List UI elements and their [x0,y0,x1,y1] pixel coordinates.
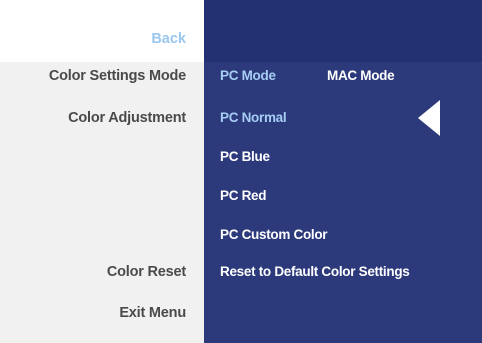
submenu-item-pc-red[interactable]: PC Red [220,188,267,203]
menu-item-exit-menu[interactable]: Exit Menu [119,305,186,321]
submenu-header [204,0,482,62]
submenu-item-pc-custom-color[interactable]: PC Custom Color [220,227,328,242]
osd-menu: Back Color Settings Mode Color Adjustmen… [0,0,482,343]
menu-item-color-settings-mode[interactable]: Color Settings Mode [49,68,186,84]
back-button[interactable]: Back [151,31,186,47]
submenu-item-pc-blue[interactable]: PC Blue [220,149,270,164]
submenu-item-reset-default[interactable]: Reset to Default Color Settings [220,264,410,279]
menu-item-color-adjustment[interactable]: Color Adjustment [68,110,186,126]
submenu-item-pc-normal[interactable]: PC Normal [220,110,287,125]
left-triangle-icon [418,100,440,136]
menu-item-color-reset[interactable]: Color Reset [107,264,186,280]
pc-mode-option[interactable]: PC Mode [220,68,276,83]
mac-mode-option[interactable]: MAC Mode [327,68,395,83]
